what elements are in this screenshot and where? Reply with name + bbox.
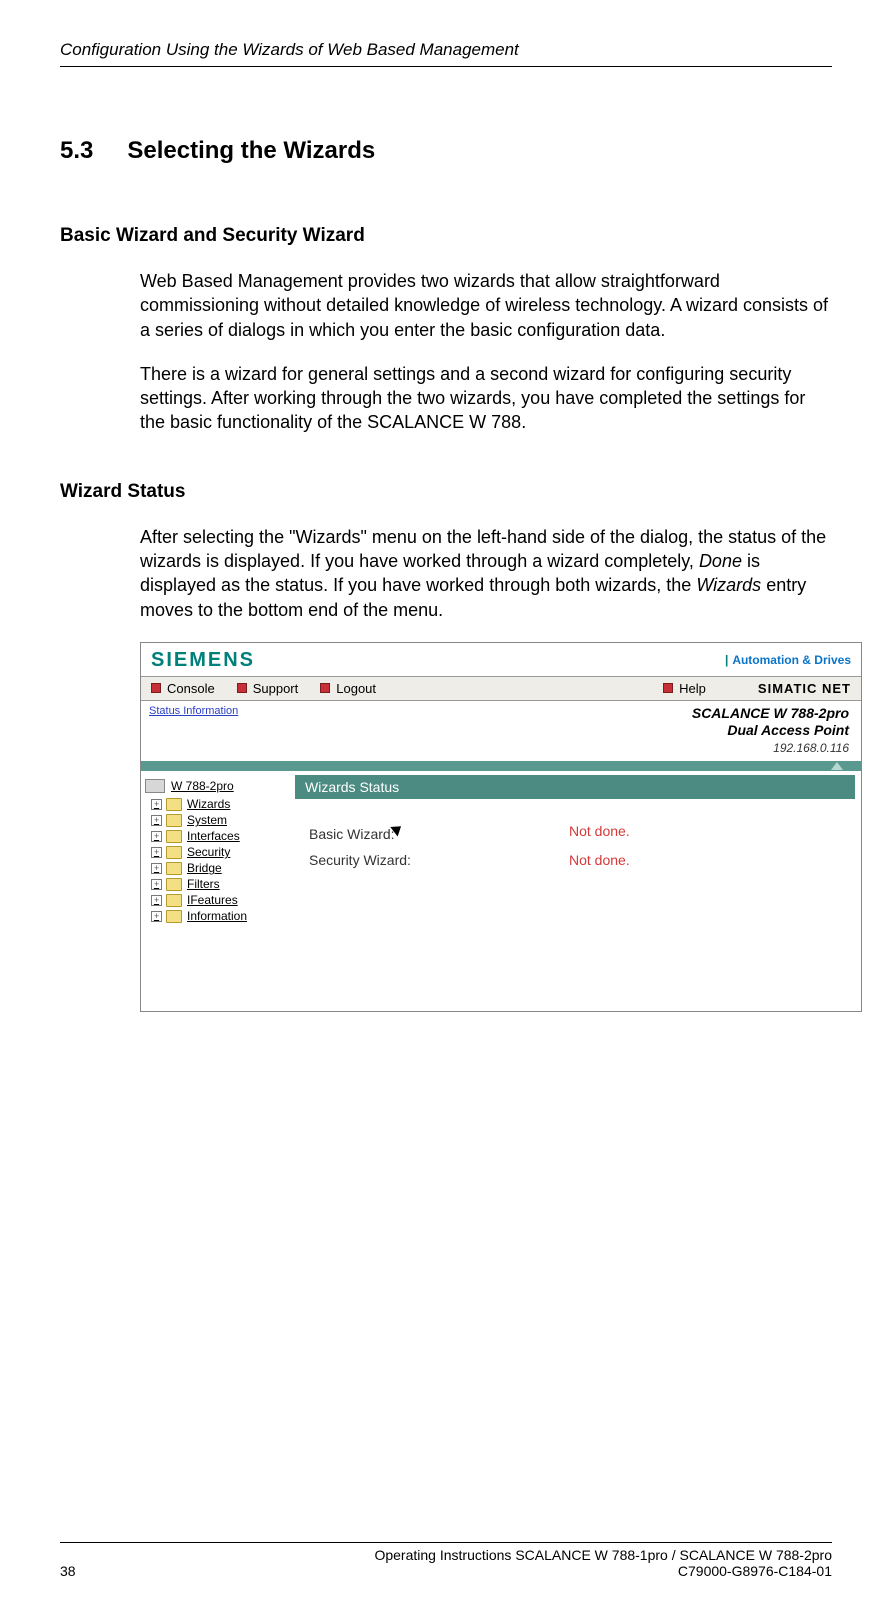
- tree-item-label: Wizards: [187, 797, 230, 811]
- device-name: SCALANCE W 788-2pro: [692, 705, 849, 721]
- menu-logout[interactable]: Logout: [320, 681, 376, 696]
- tree-item-system[interactable]: + System: [151, 813, 285, 827]
- para-basic-2: There is a wizard for general settings a…: [140, 362, 832, 435]
- tree-item-interfaces[interactable]: + Interfaces: [151, 829, 285, 843]
- menu-support[interactable]: Support: [237, 681, 299, 696]
- folder-icon: [166, 910, 182, 923]
- folder-icon: [166, 814, 182, 827]
- device-ip: 192.168.0.116: [773, 741, 849, 755]
- tree-item-security[interactable]: + Security: [151, 845, 285, 859]
- device-subtitle: Dual Access Point: [727, 722, 849, 738]
- tree-item-label: Interfaces: [187, 829, 240, 843]
- tree-item-wizards[interactable]: + Wizards: [151, 797, 285, 811]
- screenshot-statusbar: Status Information SCALANCE W 788-2pro D…: [141, 701, 861, 761]
- expand-icon[interactable]: +: [151, 847, 162, 858]
- simatic-net-label: SIMATIC NET: [758, 681, 851, 696]
- main-panel: Wizards Status Basic Wizard: Not done. S…: [289, 771, 861, 1011]
- folder-icon: [166, 894, 182, 907]
- section-number: 5.3: [60, 137, 93, 165]
- siemens-logo: SIEMENS: [151, 649, 255, 672]
- wizard-security-label: Security Wizard:: [309, 852, 569, 868]
- expand-icon[interactable]: +: [151, 879, 162, 890]
- tree-item-information[interactable]: + Information: [151, 909, 285, 923]
- wizard-basic-label: Basic Wizard:: [309, 823, 569, 842]
- wizard-basic-label-text: Basic Wizard:: [309, 826, 395, 842]
- expand-icon[interactable]: +: [151, 895, 162, 906]
- tree-item-label: Filters: [187, 877, 220, 891]
- subheading-status: Wizard Status: [60, 481, 832, 503]
- tree-root-label: W 788-2pro: [171, 779, 234, 793]
- nav-tree: W 788-2pro +Wizards +System +Interfaces …: [141, 771, 289, 1011]
- section-title: Selecting the Wizards: [127, 137, 375, 164]
- wizard-row-security: Security Wizard: Not done.: [309, 852, 855, 868]
- subsection-status: Wizard Status After selecting the "Wizar…: [60, 481, 832, 1013]
- bullet-icon: [663, 683, 673, 693]
- page: Configuration Using the Wizards of Web B…: [0, 0, 892, 1609]
- device-icon: [145, 779, 165, 793]
- tree-item-label: Security: [187, 845, 230, 859]
- para-status-done: Done: [699, 551, 742, 571]
- folder-icon: [166, 878, 182, 891]
- menu-support-label: Support: [253, 681, 299, 696]
- running-header: Configuration Using the Wizards of Web B…: [60, 40, 832, 67]
- tree-item-label: Bridge: [187, 861, 222, 875]
- subsection-basic: Basic Wizard and Security Wizard Web Bas…: [60, 225, 832, 435]
- tree-item-label: IFeatures: [187, 893, 238, 907]
- embedded-screenshot: SIEMENS | Automation & Drives Console Sup…: [140, 642, 862, 1012]
- folder-icon: [166, 830, 182, 843]
- folder-icon: [166, 862, 182, 875]
- automation-drives-link[interactable]: | Automation & Drives: [725, 653, 851, 667]
- wizard-row-basic: Basic Wizard: Not done.: [309, 823, 855, 842]
- expand-icon[interactable]: +: [151, 831, 162, 842]
- tree-root[interactable]: W 788-2pro: [145, 779, 285, 793]
- tree-item-bridge[interactable]: + Bridge: [151, 861, 285, 875]
- menu-logout-label: Logout: [336, 681, 376, 696]
- tree-item-label: Information: [187, 909, 247, 923]
- tree-item-label: System: [187, 813, 227, 827]
- expand-icon[interactable]: +: [151, 815, 162, 826]
- footer-right: Operating Instructions SCALANCE W 788-1p…: [374, 1547, 832, 1579]
- device-title: SCALANCE W 788-2pro Dual Access Point 19…: [692, 705, 849, 755]
- screenshot-header: SIEMENS | Automation & Drives: [141, 643, 861, 676]
- menu-console-label: Console: [167, 681, 215, 696]
- collapse-bar[interactable]: [141, 761, 861, 771]
- para-status-wizards: Wizards: [696, 575, 761, 595]
- screenshot-body: W 788-2pro +Wizards +System +Interfaces …: [141, 771, 861, 1011]
- bullet-icon: [320, 683, 330, 693]
- panel-title: Wizards Status: [295, 775, 855, 799]
- menu-help-label: Help: [679, 681, 706, 696]
- divider-icon: |: [725, 653, 728, 667]
- bullet-icon: [151, 683, 161, 693]
- expand-icon[interactable]: +: [151, 911, 162, 922]
- automation-drives-label: Automation & Drives: [732, 653, 851, 667]
- section-heading: 5.3 Selecting the Wizards: [60, 137, 832, 165]
- screenshot-menubar: Console Support Logout Help SIMATIC NET: [141, 676, 861, 701]
- folder-icon: [166, 846, 182, 859]
- expand-icon[interactable]: +: [151, 799, 162, 810]
- para-basic-1: Web Based Management provides two wizard…: [140, 269, 832, 342]
- folder-icon: [166, 798, 182, 811]
- page-footer: 38 Operating Instructions SCALANCE W 788…: [60, 1542, 832, 1579]
- bullet-icon: [237, 683, 247, 693]
- status-information-link[interactable]: Status Information: [149, 705, 238, 755]
- tree-item-ifeatures[interactable]: + IFeatures: [151, 893, 285, 907]
- cursor-icon: [393, 823, 405, 839]
- menu-help[interactable]: Help: [663, 681, 706, 696]
- footer-doc-title: Operating Instructions SCALANCE W 788-1p…: [374, 1547, 832, 1563]
- wizard-security-status: Not done.: [569, 852, 630, 868]
- expand-icon[interactable]: +: [151, 863, 162, 874]
- footer-doc-id: C79000-G8976-C184-01: [678, 1563, 832, 1579]
- para-status-1: After selecting the "Wizards" menu on th…: [140, 525, 832, 622]
- menu-console[interactable]: Console: [151, 681, 215, 696]
- page-number: 38: [60, 1563, 76, 1579]
- wizard-basic-status: Not done.: [569, 823, 630, 842]
- subheading-basic: Basic Wizard and Security Wizard: [60, 225, 832, 247]
- tree-item-filters[interactable]: + Filters: [151, 877, 285, 891]
